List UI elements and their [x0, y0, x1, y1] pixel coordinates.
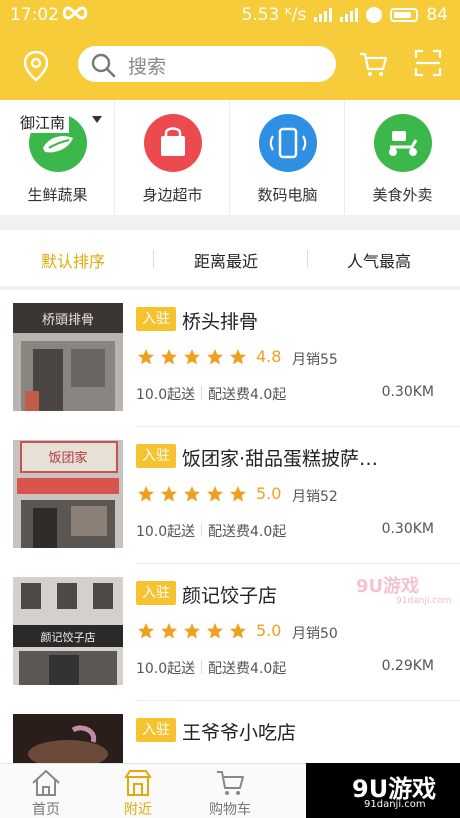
tab-divider — [153, 250, 154, 268]
shop-name: 王爷爷小吃店 — [182, 722, 297, 744]
category-digital[interactable]: 数码电脑 — [230, 100, 345, 215]
delivery-fee: 配送费4.0起 — [208, 524, 287, 540]
location-selector[interactable]: 御江南 — [20, 112, 70, 133]
star-rating-icon — [138, 486, 246, 502]
monthly-sales: 月销52 — [292, 489, 338, 505]
home-icon — [32, 769, 60, 796]
category-row: 御江南 生鲜蔬果 身边超市 数码电脑 美食外卖 — [0, 100, 460, 215]
location-pin-icon[interactable] — [22, 50, 50, 82]
star-rating-icon — [138, 623, 246, 639]
tab-default-sort[interactable]: 默认排序 — [41, 248, 105, 272]
shop-card[interactable]: 桥頭排骨 入驻 桥头排骨 4.8 月销55 10.0起送 配送费4.0起 0.3… — [0, 290, 460, 427]
category-label: 身边超市 — [142, 186, 203, 204]
category-label: 数码电脑 — [257, 186, 318, 204]
shop-distance: 0.30KM — [381, 521, 434, 537]
info-divider — [201, 523, 202, 537]
nearby-icon — [124, 770, 152, 796]
shop-distance: 0.30KM — [381, 384, 434, 400]
nav-label: 首页 — [32, 802, 60, 818]
shop-photo: 饭团家 — [13, 440, 123, 548]
shop-distance: 0.29KM — [381, 658, 434, 674]
category-label: 美食外卖 — [372, 186, 433, 204]
app-header: 17:02 5.53 ᴷ/s 84 搜索 — [0, 0, 460, 100]
watermark-url: 91danji.com — [396, 596, 452, 606]
category-food-delivery[interactable]: 美食外卖 — [345, 100, 460, 215]
shop-rating: 4.8 — [256, 347, 282, 366]
shop-sign-text: 桥頭排骨 — [42, 313, 94, 328]
shopping-bag-icon — [144, 114, 202, 172]
chevron-down-icon[interactable] — [92, 116, 102, 123]
status-right: 5.53 ᴷ/s 84 — [241, 5, 448, 25]
info-divider — [201, 386, 202, 400]
battery-level: 84 — [426, 5, 448, 25]
settled-badge: 入驻 — [136, 307, 176, 331]
shop-sign-text: 颜记饺子店 — [41, 630, 96, 644]
delivery-fee: 配送费4.0起 — [208, 387, 287, 403]
nav-cart[interactable]: 购物车 — [184, 764, 276, 818]
shop-photo: 桥頭排骨 — [13, 303, 123, 411]
delivery-fee: 配送费4.0起 — [208, 661, 287, 677]
search-bar[interactable]: 搜索 — [78, 46, 336, 82]
nav-nearby[interactable]: 附近 — [92, 764, 184, 818]
status-time: 17:02 — [10, 5, 59, 25]
signal-icon-2 — [340, 8, 359, 22]
sort-tabs: 默认排序 距离最近 人气最高 — [0, 230, 460, 286]
shop-photo: 颜记饺子店 — [13, 577, 123, 685]
shop-card[interactable]: 饭团家 入驻 饭团家·甜品蛋糕披萨… 5.0 月销52 10.0起送 配送费4.… — [0, 427, 460, 564]
watermark-text: 9U游戏 — [356, 576, 420, 597]
nav-label: 附近 — [124, 802, 152, 818]
cart-icon — [217, 771, 244, 795]
nav-label: 购物车 — [209, 802, 251, 818]
signal-icon — [314, 8, 333, 22]
star-rating-icon — [138, 349, 246, 365]
shop-photo — [13, 714, 123, 763]
search-icon — [91, 53, 116, 78]
watermark-banner: 9U游戏 91danji.com — [306, 763, 460, 818]
tab-nearest[interactable]: 距离最近 — [194, 248, 258, 272]
shop-rating: 5.0 — [256, 621, 282, 640]
network-speed: 5.53 ᴷ/s — [241, 5, 307, 25]
settled-badge: 入驻 — [136, 718, 176, 742]
scooter-icon — [374, 114, 432, 172]
min-order: 10.0起送 — [136, 661, 196, 677]
shop-name: 饭团家·甜品蛋糕披萨… — [182, 448, 379, 470]
monthly-sales: 月销50 — [292, 626, 338, 642]
tab-divider — [307, 250, 308, 268]
min-order: 10.0起送 — [136, 387, 196, 403]
tab-most-popular[interactable]: 人气最高 — [347, 248, 411, 272]
watermark-logo: 9U游戏 91danji.com — [356, 572, 451, 606]
search-placeholder: 搜索 — [128, 56, 167, 78]
shop-rating: 5.0 — [256, 484, 282, 503]
info-divider — [201, 660, 202, 674]
shop-sign-text: 饭团家 — [48, 450, 87, 466]
shop-name: 桥头排骨 — [182, 311, 259, 333]
notification-icon — [366, 7, 383, 23]
monthly-sales: 月销55 — [292, 352, 338, 368]
cart-icon[interactable] — [358, 50, 388, 78]
shop-list: 桥頭排骨 入驻 桥头排骨 4.8 月销55 10.0起送 配送费4.0起 0.3… — [0, 290, 460, 763]
watermark-url: 91danji.com — [364, 799, 426, 810]
scan-icon[interactable] — [414, 49, 442, 77]
nav-home[interactable]: 首页 — [0, 764, 92, 818]
phone-icon — [259, 114, 317, 172]
battery-icon — [390, 8, 419, 22]
settled-badge: 入驻 — [136, 444, 176, 468]
settled-badge: 入驻 — [136, 581, 176, 605]
infinity-icon — [62, 6, 88, 20]
min-order: 10.0起送 — [136, 524, 196, 540]
shop-card[interactable]: 入驻 王爷爷小吃店 — [0, 701, 460, 763]
category-supermarket[interactable]: 身边超市 — [115, 100, 230, 215]
status-bar: 17:02 5.53 ᴷ/s 84 — [0, 0, 460, 30]
category-label: 生鲜蔬果 — [27, 186, 88, 204]
